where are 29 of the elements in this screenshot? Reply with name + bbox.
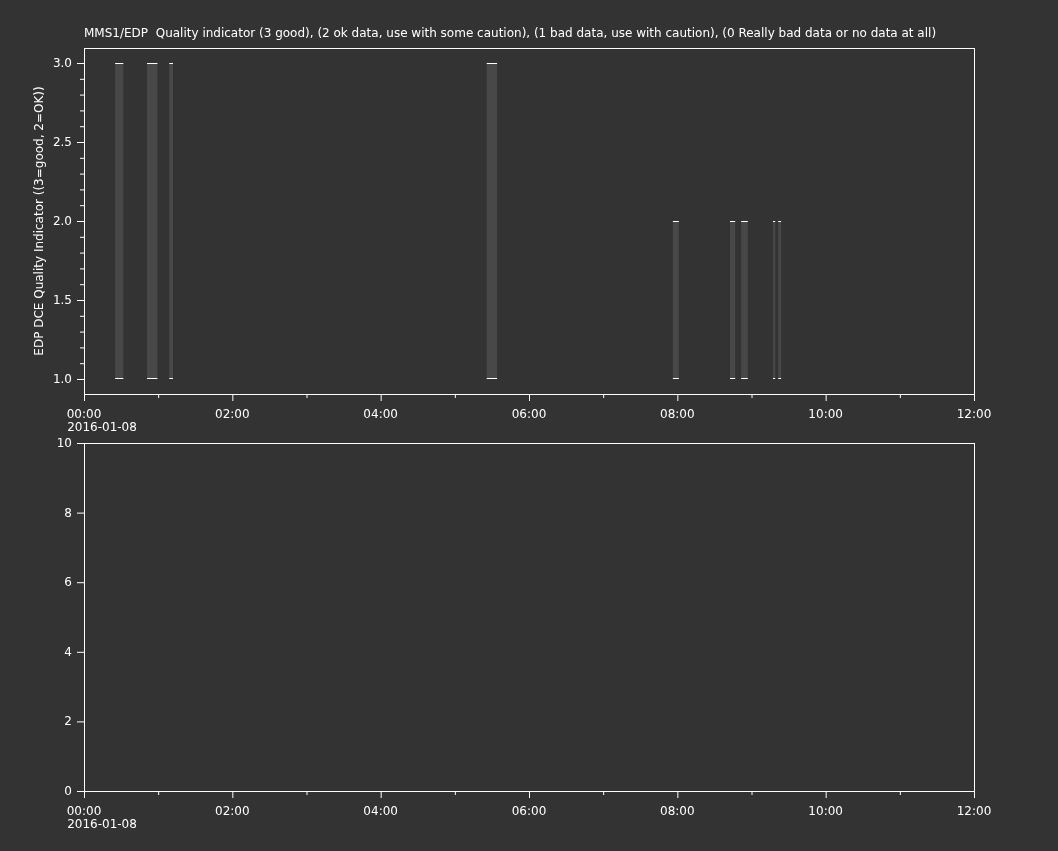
- axis-tick-label: 12:00: [956, 804, 992, 818]
- axis-tick-label: 3.0: [52, 56, 72, 70]
- axis-tick-label: 08:00: [660, 804, 695, 818]
- chart-title: MMS1/EDP Quality indicator (3 good), (2 ok data, use with some caution), (1 bad data, use with caution), (0 Really bad data or no data at all): [84, 26, 937, 40]
- axis-tick-label: 1.5: [52, 293, 72, 307]
- axis-tick-label: 10:00: [808, 804, 843, 818]
- axis-tick-label: 0: [64, 784, 72, 798]
- axis-tick-label: 08:00: [660, 407, 695, 421]
- axis-tick-label: 06:00: [511, 804, 547, 818]
- axis-tick-label: 10: [56, 436, 72, 450]
- axis-tick-label: 10:00: [808, 407, 843, 421]
- axis-tick-label: 04:00: [363, 804, 398, 818]
- axis-tick-label: 8: [64, 505, 72, 520]
- axis-tick-label: 2.0: [52, 214, 72, 228]
- axis-tick-label: 4: [64, 644, 72, 659]
- axis-tick-label: 04:00: [363, 407, 398, 421]
- axis-tick-label: 6: [64, 575, 72, 590]
- axis-tick-label: 2.5: [52, 135, 72, 149]
- axis-tick-label: 00:00: [66, 407, 102, 421]
- axis-tick-label: 02:00: [215, 804, 250, 818]
- axis-tick-label: 1.0: [52, 372, 72, 386]
- axis-tick-label: 2: [64, 714, 72, 729]
- axis-tick-label: 00:00: [66, 804, 102, 818]
- axis-tick-label: 02:00: [215, 407, 250, 421]
- axis-label: EDP DCE Quality Indicator ((3=good, 2=OK)): [32, 86, 46, 356]
- axis-tick-label: 06:00: [511, 407, 547, 421]
- axis-tick-label: 12:00: [956, 407, 992, 421]
- date-label: 2016-01-08: [67, 817, 137, 831]
- date-label: 2016-01-08: [67, 420, 137, 434]
